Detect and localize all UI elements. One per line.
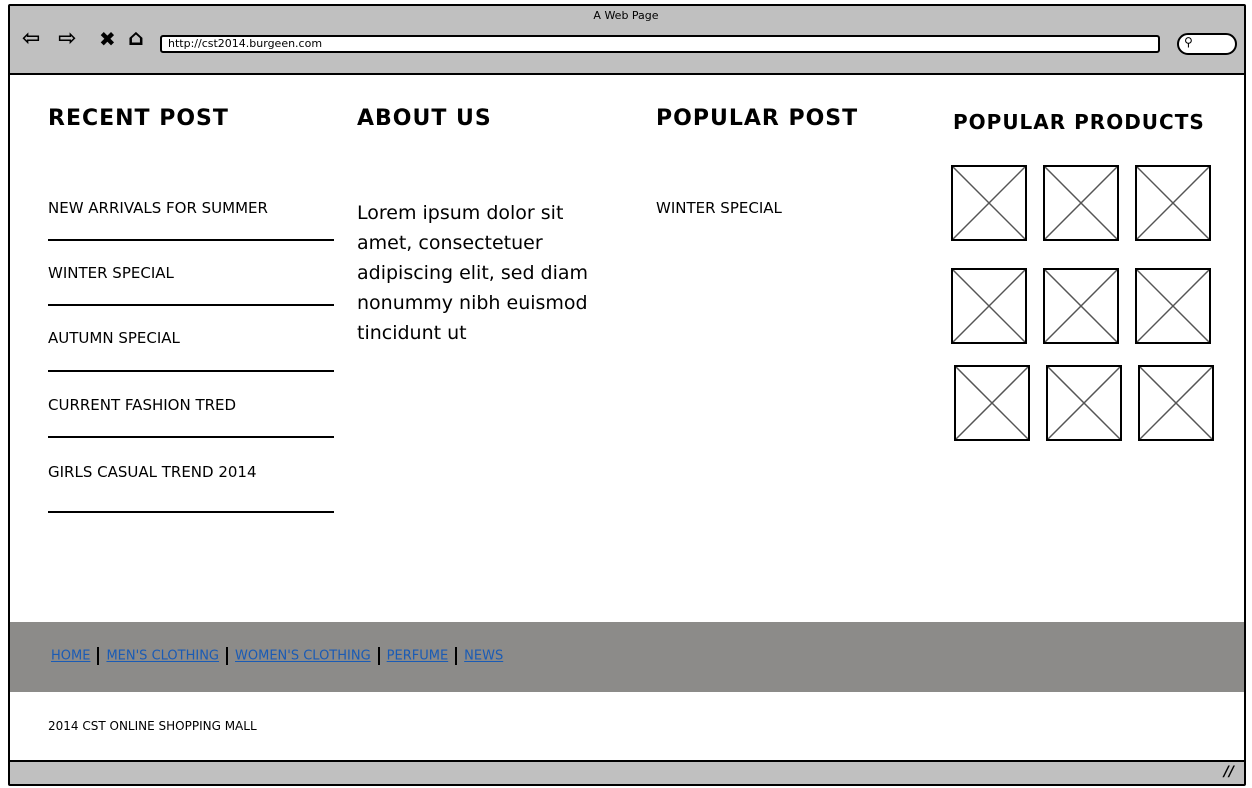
browser-frame bbox=[8, 4, 1246, 786]
